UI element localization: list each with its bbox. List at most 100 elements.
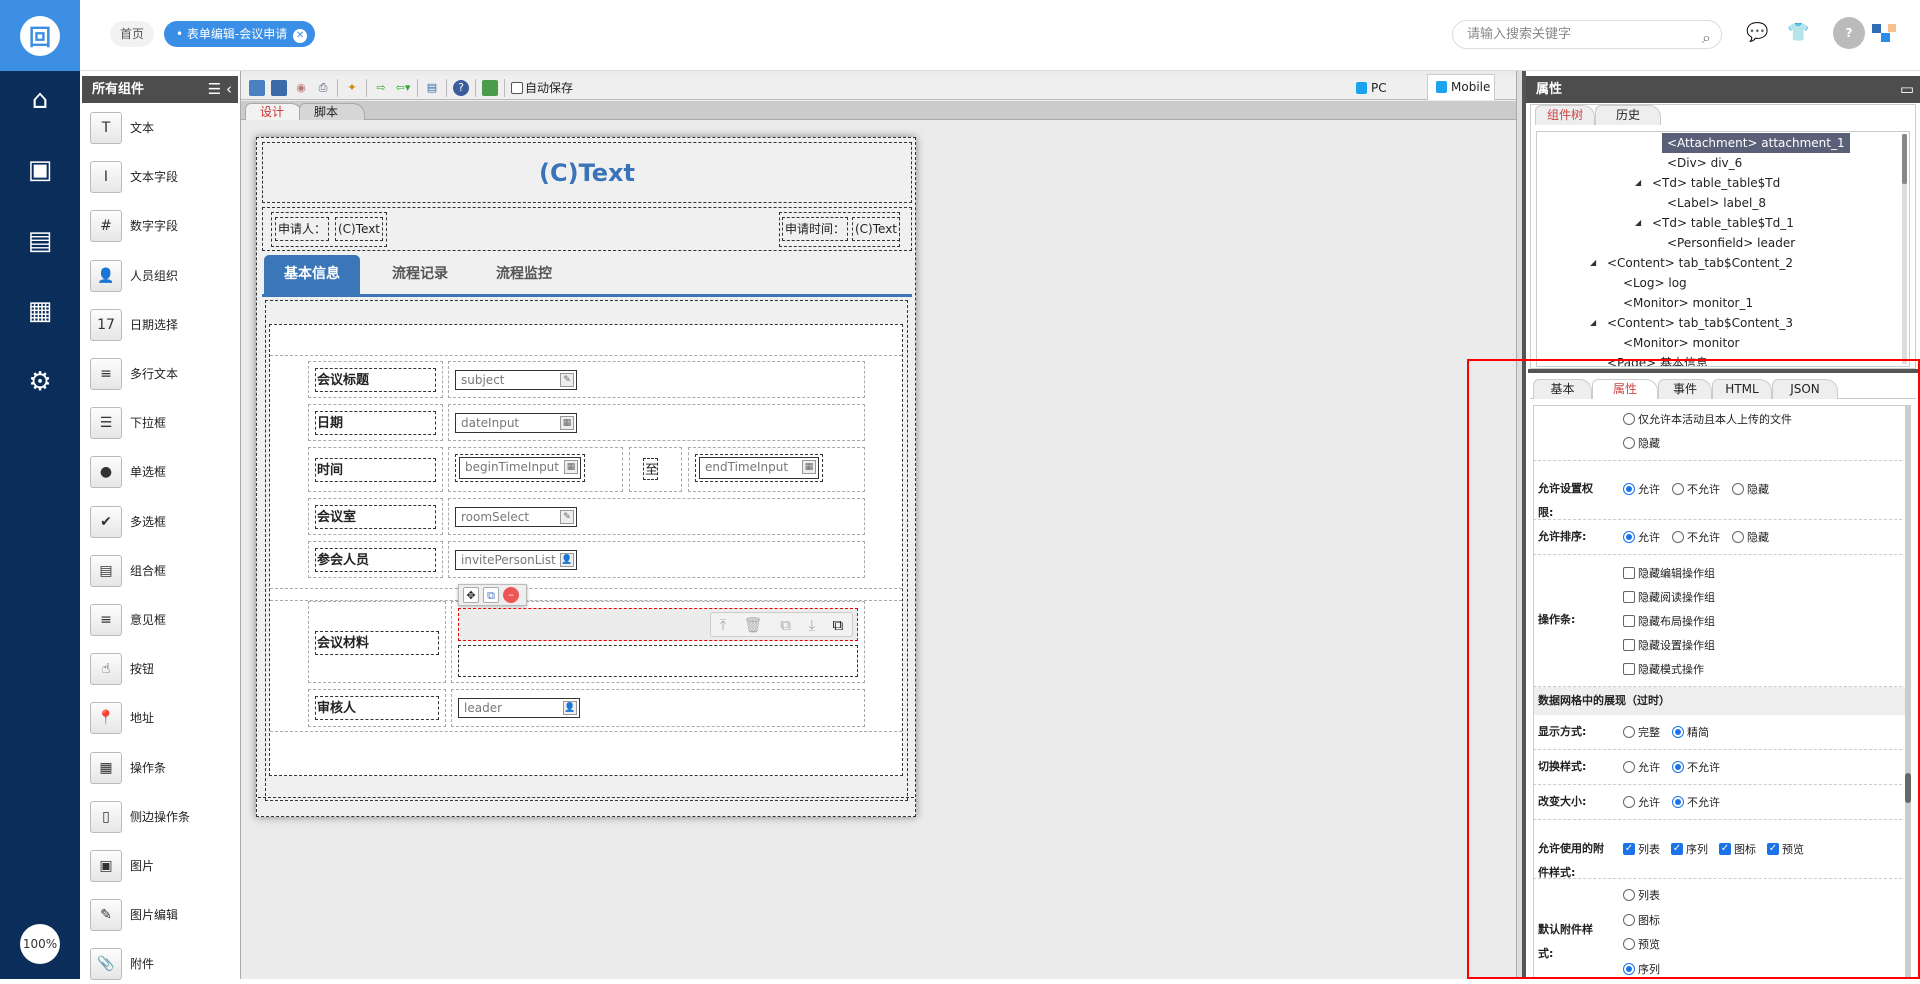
print-icon[interactable]: ⎙ [315, 80, 331, 96]
tree-node[interactable]: <Page> 基本信息 [1602, 353, 1713, 366]
tree-node[interactable]: <Label> label_8 [1662, 193, 1771, 213]
option-radio[interactable]: 允许 [1623, 529, 1660, 545]
checkbox-icon[interactable] [1623, 663, 1635, 675]
tree-node[interactable]: <Td> table_table$Td [1647, 173, 1785, 193]
device-mobile-button[interactable]: Mobile [1427, 74, 1495, 100]
form-tab-basic[interactable]: 基本信息 [264, 255, 360, 294]
news-icon[interactable]: ▤ [24, 226, 56, 256]
collapse-icon[interactable]: ☰ ‹ [208, 76, 232, 103]
option-radio[interactable]: 不允许 [1672, 794, 1720, 810]
tree-node[interactable]: <Td> table_table$Td_1 [1647, 213, 1799, 233]
component-item[interactable]: ▣ 图片 [90, 846, 240, 886]
option-checkbox[interactable]: 隐藏布局操作组 [1623, 613, 1715, 629]
property-scroll-thumb[interactable] [1905, 773, 1911, 803]
option-radio[interactable]: 精简 [1672, 724, 1709, 740]
subject-field[interactable]: subject ✎ [455, 370, 577, 390]
tree-node[interactable]: <Content> tab_tab$Content_2 [1602, 253, 1798, 273]
option-radio[interactable]: 隐藏 [1623, 435, 1660, 451]
radio-icon[interactable] [1672, 483, 1684, 495]
checkbox-icon[interactable] [1623, 591, 1635, 603]
expand-icon[interactable]: ◢ [1590, 318, 1596, 327]
save-icon[interactable] [249, 79, 265, 96]
component-item[interactable]: ≡ 多行文本 [90, 354, 240, 394]
checkbox-icon[interactable]: ✓ [1623, 843, 1635, 855]
component-item[interactable]: # 数字字段 [90, 206, 240, 246]
tab-history[interactable]: 历史 [1595, 105, 1661, 125]
tree-scroll-thumb[interactable] [1902, 134, 1907, 184]
applicant-value[interactable]: (C)Text [335, 217, 384, 241]
component-item[interactable]: ▦ 操作条 [90, 748, 240, 788]
search-input[interactable]: 请输入搜索关键字 ⌕ [1452, 20, 1722, 49]
component-item[interactable]: 👤 人员组织 [90, 256, 240, 296]
option-radio[interactable]: 不允许 [1672, 481, 1720, 497]
tree-node[interactable]: <Monitor> monitor_1 [1618, 293, 1758, 313]
room-select[interactable]: roomSelect ✎ [455, 507, 577, 527]
radio-icon[interactable] [1623, 726, 1635, 738]
zoom-level[interactable]: 100% [20, 924, 60, 964]
label-reviewer[interactable]: 审核人 [315, 696, 439, 720]
tab-基本[interactable]: 基本 [1533, 379, 1592, 399]
option-radio[interactable]: 图标 [1623, 912, 1660, 928]
radio-icon[interactable] [1672, 726, 1684, 738]
option-radio[interactable]: 允许 [1623, 481, 1660, 497]
option-checkbox[interactable]: 隐藏设置操作组 [1623, 637, 1715, 653]
component-item[interactable]: 17 日期选择 [90, 305, 240, 345]
radio-icon[interactable] [1623, 889, 1635, 901]
applicant-label[interactable]: 申请人： [275, 217, 330, 241]
component-item[interactable]: 📎 附件 [90, 944, 240, 984]
apply-time-label[interactable]: 申请时间： [782, 217, 849, 241]
option-checkbox[interactable]: ✓ 序列 [1671, 841, 1708, 857]
component-item[interactable]: ☝ 按钮 [90, 649, 240, 689]
autosave-checkbox[interactable]: 自动保存 [511, 79, 573, 96]
trash-icon[interactable]: 🗑 [744, 616, 763, 634]
option-radio[interactable]: 隐藏 [1732, 529, 1769, 545]
monitor-user-icon[interactable]: ▣ [24, 155, 56, 185]
radio-icon[interactable] [1623, 483, 1635, 495]
message-icon[interactable]: 💬 [1746, 22, 1768, 43]
tree-node[interactable]: <Personfield> leader [1662, 233, 1800, 253]
label-time[interactable]: 时间 [315, 458, 436, 482]
date-field[interactable]: dateInput ▦ [455, 413, 577, 433]
delete-icon[interactable]: – [503, 587, 519, 603]
component-item[interactable]: ≡ 意见框 [90, 600, 240, 640]
end-time-field[interactable]: endTimeInput ▦ [699, 457, 819, 479]
layers-icon[interactable] [482, 79, 498, 96]
radio-icon[interactable] [1623, 761, 1635, 773]
radio-icon[interactable] [1623, 796, 1635, 808]
app-logo[interactable]: 回 [0, 0, 80, 71]
open-external-icon[interactable]: ⧉ [833, 616, 844, 634]
attachment-component[interactable]: ⤒ 🗑 ⧉ ⤓ ⧉ [458, 608, 858, 641]
component-item[interactable]: ✎ 图片编辑 [90, 895, 240, 935]
tab-component-tree[interactable]: 组件树 [1535, 105, 1595, 125]
component-item[interactable]: ● 单选框 [90, 452, 240, 492]
checkbox-icon[interactable]: ✓ [1719, 843, 1731, 855]
help-icon[interactable]: ? [453, 79, 469, 96]
import-icon[interactable]: ⇨ [373, 80, 389, 96]
tab-属性[interactable]: 属性 [1592, 379, 1658, 399]
label-date[interactable]: 日期 [315, 411, 436, 435]
pane-divider[interactable] [1528, 369, 1920, 373]
component-item[interactable]: 📍 地址 [90, 698, 240, 738]
list-icon[interactable]: ▤ [424, 80, 440, 96]
option-checkbox[interactable]: 隐藏模式操作 [1623, 661, 1704, 677]
checkbox-icon[interactable] [1623, 567, 1635, 579]
radio-icon[interactable] [1672, 531, 1684, 543]
option-radio[interactable]: 允许 [1623, 759, 1660, 775]
invite-person-field[interactable]: invitePersonList 👤 [455, 550, 577, 570]
radio-icon[interactable] [1732, 483, 1744, 495]
property-scrollbar[interactable] [1905, 405, 1911, 979]
option-radio[interactable]: 隐藏 [1732, 481, 1769, 497]
option-radio[interactable]: 预览 [1623, 936, 1660, 952]
radio-icon[interactable] [1623, 413, 1635, 425]
wand-icon[interactable]: ✦ [344, 80, 360, 96]
user-settings-icon[interactable]: ⚙ [24, 367, 56, 397]
tab-事件[interactable]: 事件 [1658, 379, 1712, 399]
component-item[interactable]: ▤ 组合框 [90, 551, 240, 591]
radio-icon[interactable] [1672, 796, 1684, 808]
form-tab-monitor[interactable]: 流程监控 [476, 255, 572, 294]
radio-icon[interactable] [1623, 962, 1635, 975]
download-icon[interactable]: ⤓ [808, 616, 815, 634]
tree-node[interactable]: <Content> tab_tab$Content_3 [1602, 313, 1798, 333]
option-radio[interactable]: 仅允许本活动且本人上传的文件 [1623, 411, 1792, 427]
tab-current[interactable]: • 表单编辑-会议申请 ✕ [164, 21, 316, 47]
